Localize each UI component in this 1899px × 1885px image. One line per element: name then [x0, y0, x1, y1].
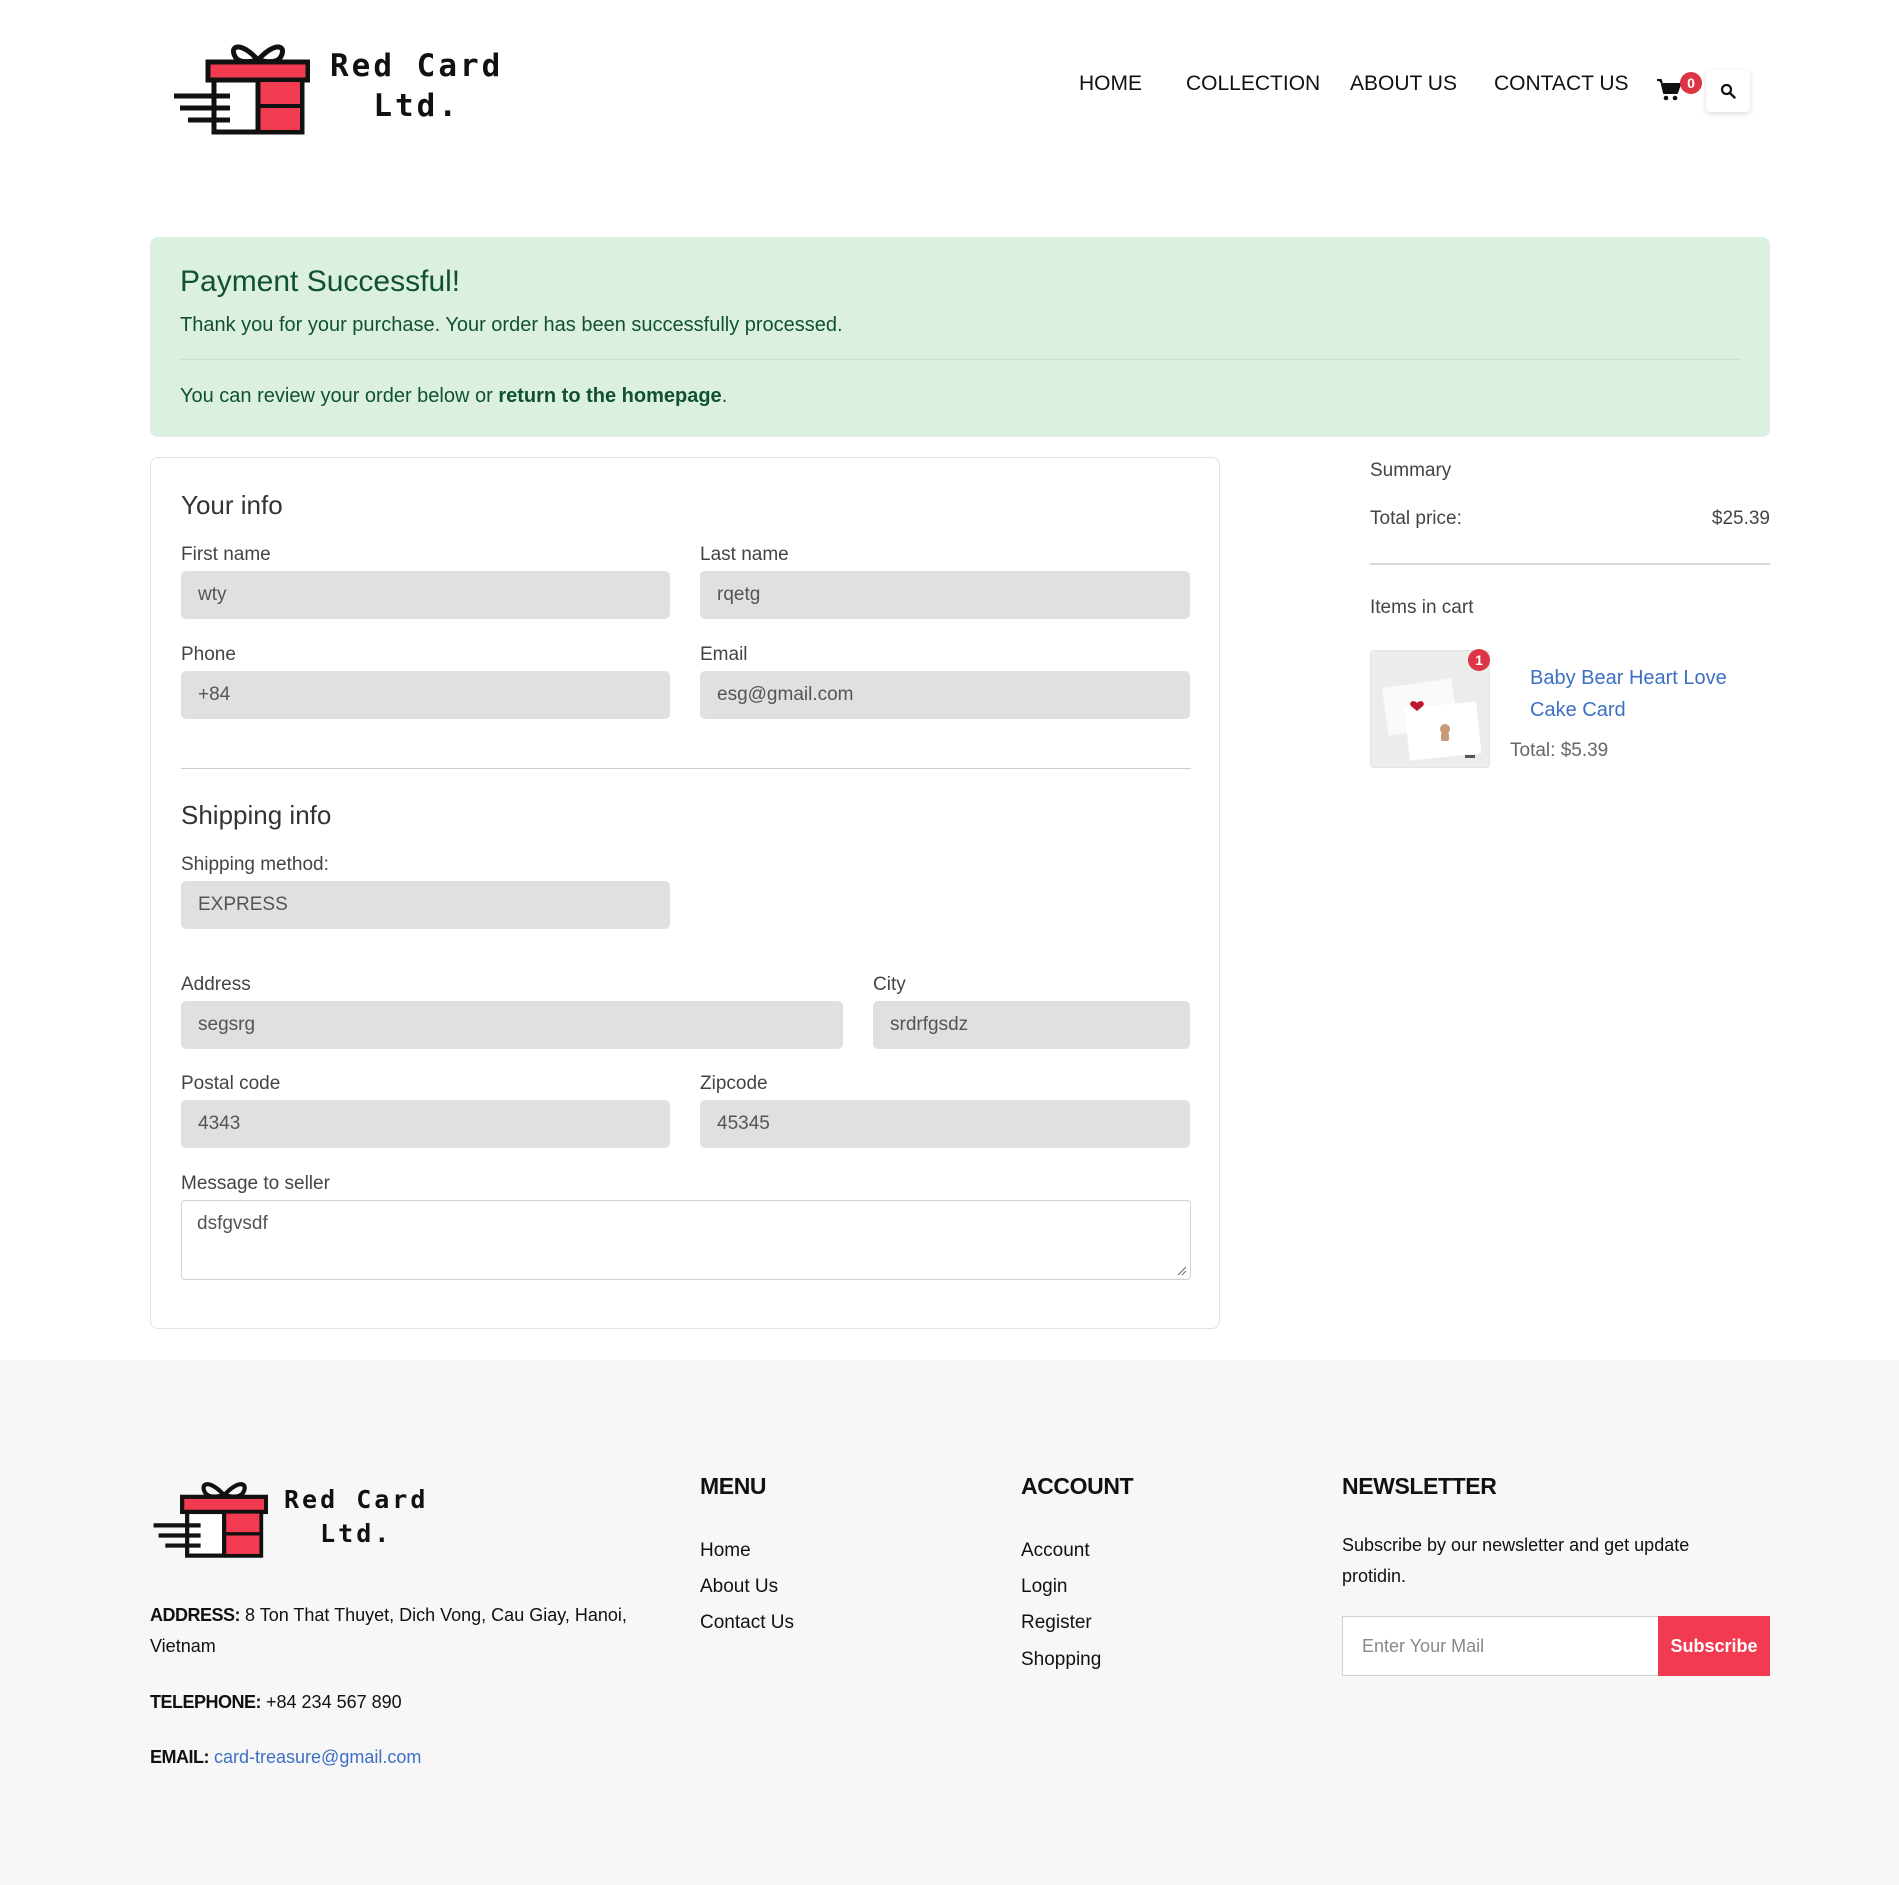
subscribe-button[interactable]: Subscribe	[1658, 1616, 1770, 1676]
gift-box-icon	[174, 44, 310, 135]
footer-menu-title: MENU	[700, 1473, 767, 1499]
postal-code-field[interactable]: 4343	[181, 1100, 670, 1148]
postal-code-label: Postal code	[181, 1073, 281, 1094]
site-footer: Red Card Ltd. ADDRESS: 8 Ton That Thuyet…	[0, 1360, 1899, 1885]
item-quantity-badge: 1	[1468, 649, 1490, 671]
zipcode-label: Zipcode	[700, 1073, 768, 1094]
total-price-label: Total price:	[1370, 508, 1462, 529]
footer-link-login[interactable]: Login	[1021, 1576, 1068, 1598]
footer-account-title: ACCOUNT	[1021, 1473, 1134, 1499]
alert-review-text: You can review your order below or retur…	[180, 385, 728, 407]
nav-collection[interactable]: COLLECTION	[1186, 72, 1320, 96]
city-field[interactable]: srdrfgsdz	[873, 1001, 1190, 1049]
resize-handle-icon[interactable]	[1177, 1266, 1187, 1276]
footer-address: ADDRESS: 8 Ton That Thuyet, Dich Vong, C…	[150, 1605, 627, 1656]
address-field[interactable]: segsrg	[181, 1001, 843, 1049]
message-textarea[interactable]: dsfgvsdf	[181, 1200, 1191, 1280]
cart-icon[interactable]	[1656, 78, 1682, 102]
footer-telephone: TELEPHONE: +84 234 567 890	[150, 1692, 402, 1712]
brand-name: Red Card Ltd.	[330, 48, 504, 124]
total-price-value: $25.39	[1711, 508, 1770, 529]
footer-newsletter-title: NEWSLETTER	[1342, 1473, 1497, 1499]
search-button[interactable]	[1706, 70, 1750, 112]
gift-box-icon	[153, 1482, 268, 1558]
site-header: Red Card Ltd. HOME COLLECTION ABOUT US C…	[0, 0, 1899, 190]
cart-item-total: Total: $5.39	[1510, 740, 1609, 761]
nav-about-us[interactable]: ABOUT US	[1350, 72, 1457, 96]
footer-link-home[interactable]: Home	[700, 1540, 751, 1562]
first-name-label: First name	[181, 544, 271, 565]
newsletter-email-input[interactable]: Enter Your Mail	[1342, 1616, 1658, 1676]
section-divider	[181, 768, 1191, 769]
footer-link-register[interactable]: Register	[1021, 1612, 1092, 1634]
footer-email: EMAIL: card-treasure@gmail.com	[150, 1747, 422, 1767]
alert-message: Thank you for your purchase. Your order …	[180, 314, 843, 336]
footer-brand-name: Red Card Ltd.	[284, 1485, 429, 1548]
search-icon	[1720, 83, 1736, 99]
nav-contact-us[interactable]: CONTACT US	[1494, 72, 1629, 96]
newsletter-description: Subscribe by our newsletter and get upda…	[1342, 1535, 1690, 1586]
address-label: Address	[181, 974, 251, 995]
last-name-field[interactable]: rqetg	[700, 571, 1190, 619]
email-label: Email	[700, 644, 748, 665]
footer-email-link[interactable]: card-treasure@gmail.com	[214, 1747, 421, 1767]
footer-link-account[interactable]: Account	[1021, 1540, 1090, 1562]
shipping-info-title: Shipping info	[181, 800, 332, 830]
brand-logo[interactable]: Red Card Ltd.	[170, 36, 503, 136]
alert-divider	[180, 359, 1740, 360]
alert-title: Payment Successful!	[180, 265, 461, 298]
last-name-label: Last name	[700, 544, 789, 565]
email-field[interactable]: esg@gmail.com	[700, 671, 1190, 719]
summary-title: Summary	[1370, 460, 1452, 481]
footer-link-shopping[interactable]: Shopping	[1021, 1649, 1101, 1671]
summary-divider	[1370, 563, 1770, 565]
your-info-title: Your info	[181, 490, 283, 520]
zipcode-field[interactable]: 45345	[700, 1100, 1190, 1148]
footer-link-about-us[interactable]: About Us	[700, 1576, 778, 1598]
order-info-card: Your info First name wty Last name rqetg…	[150, 457, 1220, 1329]
message-label: Message to seller	[181, 1173, 330, 1194]
items-in-cart-title: Items in cart	[1370, 597, 1474, 618]
cart-count-badge: 0	[1680, 72, 1702, 94]
nav-home[interactable]: HOME	[1079, 72, 1142, 96]
footer-brand-logo[interactable]: Red Card Ltd.	[150, 1475, 428, 1559]
city-label: City	[873, 974, 906, 995]
shipping-method-field[interactable]: EXPRESS	[181, 881, 670, 929]
return-home-link[interactable]: return to the homepage	[498, 385, 721, 407]
payment-success-alert: Payment Successful! Thank you for your p…	[150, 237, 1770, 437]
phone-label: Phone	[181, 644, 236, 665]
cart-item-name-link[interactable]: Baby Bear Heart Love Cake Card	[1530, 662, 1740, 726]
shipping-method-label: Shipping method:	[181, 854, 329, 875]
phone-field[interactable]: +84	[181, 671, 670, 719]
first-name-field[interactable]: wty	[181, 571, 670, 619]
footer-link-contact-us[interactable]: Contact Us	[700, 1612, 794, 1634]
